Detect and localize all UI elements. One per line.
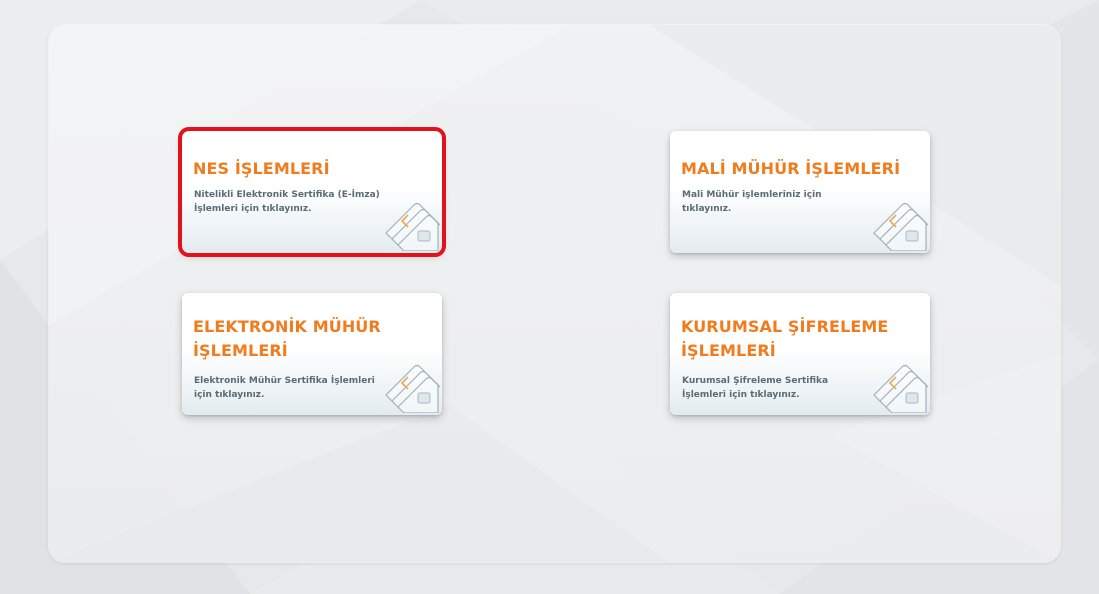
card-description: Mali Mühür işlemleriniz için tıklayınız.	[682, 190, 822, 214]
card-title: ELEKTRONİK MÜHÜR İŞLEMLERİ	[193, 317, 381, 360]
smart-card-stack-icon	[385, 364, 440, 413]
card-description: Nitelikli Elektronik Sertifika (E-İmza) …	[194, 190, 380, 214]
card-elektronik-muhur-islemleri[interactable]: ELEKTRONİK MÜHÜR İŞLEMLERİ Elektronik Mü…	[182, 293, 442, 415]
smart-card-stack-icon	[873, 202, 928, 251]
card-title: MALİ MÜHÜR İŞLEMLERİ	[681, 159, 901, 178]
card-nes-islemleri[interactable]: NES İŞLEMLERİ Nitelikli Elektronik Serti…	[178, 127, 446, 257]
smart-card-stack-icon	[385, 202, 440, 251]
card-description: Kurumsal Şifreleme Sertifika İşlemleri i…	[682, 376, 829, 400]
card-description: Elektronik Mühür Sertifika İşlemleri içi…	[194, 376, 375, 400]
card-mali-muhur-islemleri[interactable]: MALİ MÜHÜR İŞLEMLERİ Mali Mühür işlemler…	[670, 131, 930, 253]
smart-card-stack-icon	[873, 364, 928, 413]
card-title: NES İŞLEMLERİ	[193, 159, 330, 178]
card-kurumsal-sifreleme-islemleri[interactable]: KURUMSAL ŞİFRELEME İŞLEMLERİ Kurumsal Şi…	[670, 293, 930, 415]
card-title: KURUMSAL ŞİFRELEME İŞLEMLERİ	[681, 317, 889, 360]
